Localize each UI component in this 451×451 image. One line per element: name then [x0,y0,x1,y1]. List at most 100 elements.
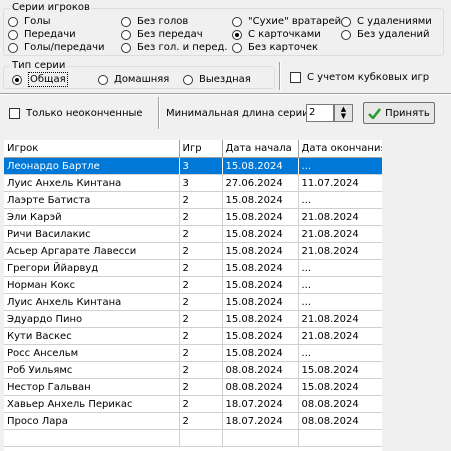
radio-with-cards-circle[interactable] [232,29,242,40]
start-date-cell: 15.08.2024 [222,327,299,345]
radio-no-goals-assists[interactable]: Без гол. и перед. [121,41,228,54]
table-row[interactable]: Грегори Ййарвуд 2 15.08.2024... [4,259,382,277]
radio-goals-assists[interactable]: Голы/передачи [8,41,105,54]
start-date-cell: 08.08.2024 [222,361,299,379]
table-row[interactable]: Роб Уильямс 2 08.08.2024 15.08.2024 [4,361,382,379]
radio-no-assists[interactable]: Без передач [121,28,203,41]
radio-assists[interactable]: Передачи [8,28,76,41]
player-cell: Лаэрте Батиста [4,191,180,209]
cup-games-checkbox-box[interactable] [290,72,301,83]
radio-type-overall[interactable]: Общая [12,72,68,87]
player-cell: Кути Васкес [4,327,180,345]
games-cell: 2 [179,412,223,430]
radio-no-goals[interactable]: Без голов [121,15,188,28]
radio-type-away[interactable]: Выездная [183,73,251,86]
start-date-cell: 15.08.2024 [222,157,299,175]
player-cell: Нестор Гальван [4,378,180,396]
start-date-cell: 18.07.2024 [222,395,299,413]
radio-with-sendoffs-label: С удалениями [357,16,432,27]
radio-type-overall-circle[interactable] [12,74,22,85]
table-row[interactable]: Хавьер Анхель Перикас 2 18.07.2024 08.08.20… [4,395,382,413]
radio-no-sendoffs[interactable]: Без удалений [341,28,430,41]
table-row[interactable]: Ричи Василакис 2 15.08.2024 21.08.2024 [4,225,382,243]
games-cell: 2 [179,208,223,226]
table-row[interactable]: Леонардо Бартле 3 15.08.2024... [4,157,382,175]
unfinished-only-checkbox[interactable]: Только неоконченные [9,108,143,119]
column-header-games[interactable]: Игр [179,140,223,158]
player-cell: Луис Анхель Кинтана [4,174,180,192]
games-cell: 2 [179,242,223,260]
series-table-grid: Игрок Игр Дата начала Дата окончания Лео… [4,140,382,447]
radio-type-away-circle[interactable] [183,74,193,85]
radio-no-goals-assists-circle[interactable] [121,42,131,53]
radio-no-sendoffs-circle[interactable] [341,29,351,40]
games-cell: 2 [179,259,223,277]
games-cell: 2 [179,344,223,362]
radio-no-cards[interactable]: Без карточек [232,41,318,54]
cup-games-checkbox[interactable]: С учетом кубковых игр [290,72,429,83]
start-date-cell: 15.08.2024 [222,208,299,226]
table-row[interactable]: Эдуардо Пино 2 15.08.2024 21.08.2024 [4,310,382,328]
radio-clean-sheets-circle[interactable] [232,16,242,27]
table-row[interactable] [4,429,382,447]
table-row[interactable]: Просо Лара 2 18.07.2024 08.08.2024 [4,412,382,430]
player-cell: Норман Кокс [4,276,180,294]
column-header-end-date[interactable]: Дата окончания [298,140,382,158]
start-date-cell: 15.08.2024 [222,225,299,243]
end-date-cell: 08.08.2024 [298,412,382,430]
player-cell: Луис Анхель Кинтана [4,293,180,311]
radio-type-home[interactable]: Домашняя [98,73,169,86]
column-header-player[interactable]: Игрок [4,140,180,158]
start-date-cell [222,429,299,447]
start-date-cell: 27.06.2024 [222,174,299,192]
radio-no-goals-assists-label: Без гол. и перед. [137,42,228,53]
end-date-cell: ... [298,293,382,311]
radio-with-sendoffs[interactable]: С удалениями [341,15,432,28]
table-row[interactable]: Кути Васкес 2 15.08.2024 21.08.2024 [4,327,382,345]
radio-goals-circle[interactable] [8,16,18,27]
radio-type-home-circle[interactable] [98,74,108,85]
radio-no-assists-label: Без передач [137,29,203,40]
radio-no-goals-circle[interactable] [121,16,131,27]
table-row[interactable]: Эли Карэй 2 15.08.2024 21.08.2024 [4,208,382,226]
table-row[interactable]: Нестор Гальван 2 08.08.2024 15.08.2024 [4,378,382,396]
games-cell: 2 [179,293,223,311]
radio-goals-assists-circle[interactable] [8,42,18,53]
radio-clean-sheets-label: "Сухие" вратарей [248,16,342,27]
end-date-cell: 15.08.2024 [298,361,382,379]
column-header-start-date[interactable]: Дата начала [222,140,299,158]
table-row[interactable]: Луис Анхель Кинтана 3 27.06.2024 11.07.2024 [4,174,382,192]
player-cell: Хавьер Анхель Перикас [4,395,180,413]
min-length-spinner[interactable]: ▲ ▼ [334,104,353,122]
min-length-input[interactable]: 2 [306,104,334,122]
radio-no-cards-circle[interactable] [232,42,242,53]
table-row[interactable]: Асьер Аргарате Лавесси 2 15.08.2024 21.08.2… [4,242,382,260]
end-date-cell: ... [298,259,382,277]
games-cell: 3 [179,174,223,192]
start-date-cell: 08.08.2024 [222,378,299,396]
start-date-cell: 15.08.2024 [222,310,299,328]
player-cell: Грегори Ййарвуд [4,259,180,277]
radio-clean-sheets[interactable]: "Сухие" вратарей [232,15,341,28]
spin-down-icon[interactable]: ▼ [341,113,346,120]
accept-button[interactable]: Принять [363,102,435,124]
table-row[interactable]: Росс Ансельм 2 15.08.2024... [4,344,382,362]
table-row[interactable]: Луис Анхель Кинтана 2 15.08.2024... [4,293,382,311]
end-date-cell: ... [298,157,382,175]
radio-with-cards[interactable]: С карточками [232,28,321,41]
series-table[interactable]: Игрок Игр Дата начала Дата окончания Лео… [4,140,382,451]
start-date-cell: 15.08.2024 [222,276,299,294]
table-row[interactable]: Лаэрте Батиста 2 15.08.2024... [4,191,382,209]
table-row[interactable]: Норман Кокс 2 15.08.2024... [4,276,382,294]
separator-vertical [279,62,281,90]
end-date-cell: ... [298,191,382,209]
table-header-row: Игрок Игр Дата начала Дата окончания [4,140,382,158]
radio-no-assists-circle[interactable] [121,29,131,40]
start-date-cell: 15.08.2024 [222,242,299,260]
unfinished-only-checkbox-box[interactable] [9,108,20,119]
radio-with-sendoffs-circle[interactable] [341,16,351,27]
end-date-cell: ... [298,344,382,362]
radio-goals[interactable]: Голы [8,15,51,28]
radio-assists-circle[interactable] [8,29,18,40]
cup-games-checkbox-label: С учетом кубковых игр [307,72,430,83]
